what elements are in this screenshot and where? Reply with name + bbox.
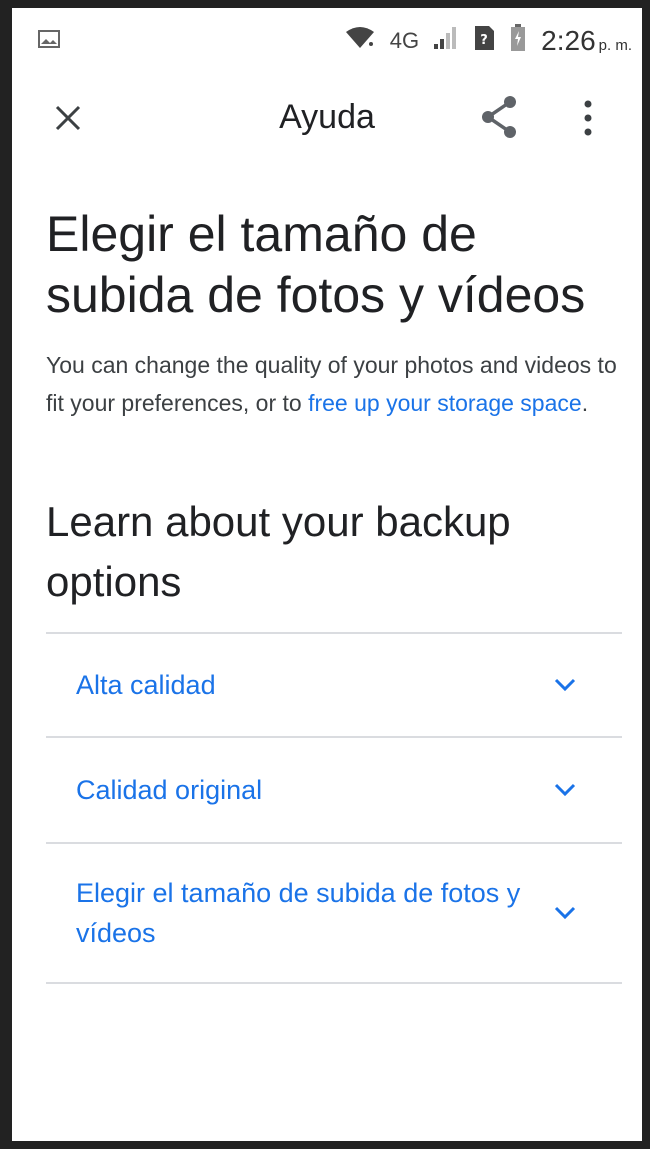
- svg-text:?: ?: [480, 33, 488, 48]
- screen: 4G ? 2:26 p. m. Ayuda Elegir el tamaño d…: [12, 8, 642, 1141]
- article-content: Elegir el tamaño de subida de fotos y ví…: [46, 204, 622, 984]
- option-calidad-original[interactable]: Calidad original: [46, 738, 622, 844]
- sim-icon: ?: [473, 25, 495, 56]
- wifi-icon: [344, 26, 376, 55]
- clock: 2:26 p. m.: [541, 25, 632, 57]
- intro-end: .: [581, 390, 589, 416]
- option-label: Elegir el tamaño de subida de fotos y ví…: [76, 878, 521, 948]
- ampm-text: p. m.: [598, 36, 632, 54]
- network-type: 4G: [389, 27, 420, 53]
- chevron-down-icon: [554, 906, 576, 920]
- section-heading: Learn about your backup options: [46, 498, 511, 605]
- status-bar: 4G ? 2:26 p. m.: [12, 8, 642, 72]
- chevron-down-icon: [554, 783, 576, 797]
- share-icon[interactable]: [478, 94, 520, 140]
- more-vert-icon[interactable]: [580, 96, 596, 140]
- device-frame: 4G ? 2:26 p. m. Ayuda Elegir el tamaño d…: [0, 0, 650, 1149]
- signal-icon: [433, 26, 459, 55]
- option-alta-calidad[interactable]: Alta calidad: [46, 634, 622, 738]
- page-title: Ayuda: [279, 98, 375, 136]
- article-intro: You can change the quality of your photo…: [46, 346, 622, 422]
- chevron-down-icon: [554, 678, 576, 692]
- time-text: 2:26: [541, 24, 596, 56]
- option-label: Calidad original: [76, 775, 263, 805]
- battery-icon: [509, 24, 527, 57]
- option-elegir-tamano[interactable]: Elegir el tamaño de subida de fotos y ví…: [46, 844, 622, 984]
- app-bar: Ayuda: [12, 78, 642, 158]
- image-notification-icon: [38, 30, 60, 53]
- article-title: Elegir el tamaño de subida de fotos y ví…: [46, 206, 586, 323]
- backup-options-list: Alta calidad Calidad original Elegir el …: [46, 632, 622, 984]
- option-label: Alta calidad: [76, 670, 216, 700]
- free-up-storage-link[interactable]: free up your storage space: [308, 390, 582, 416]
